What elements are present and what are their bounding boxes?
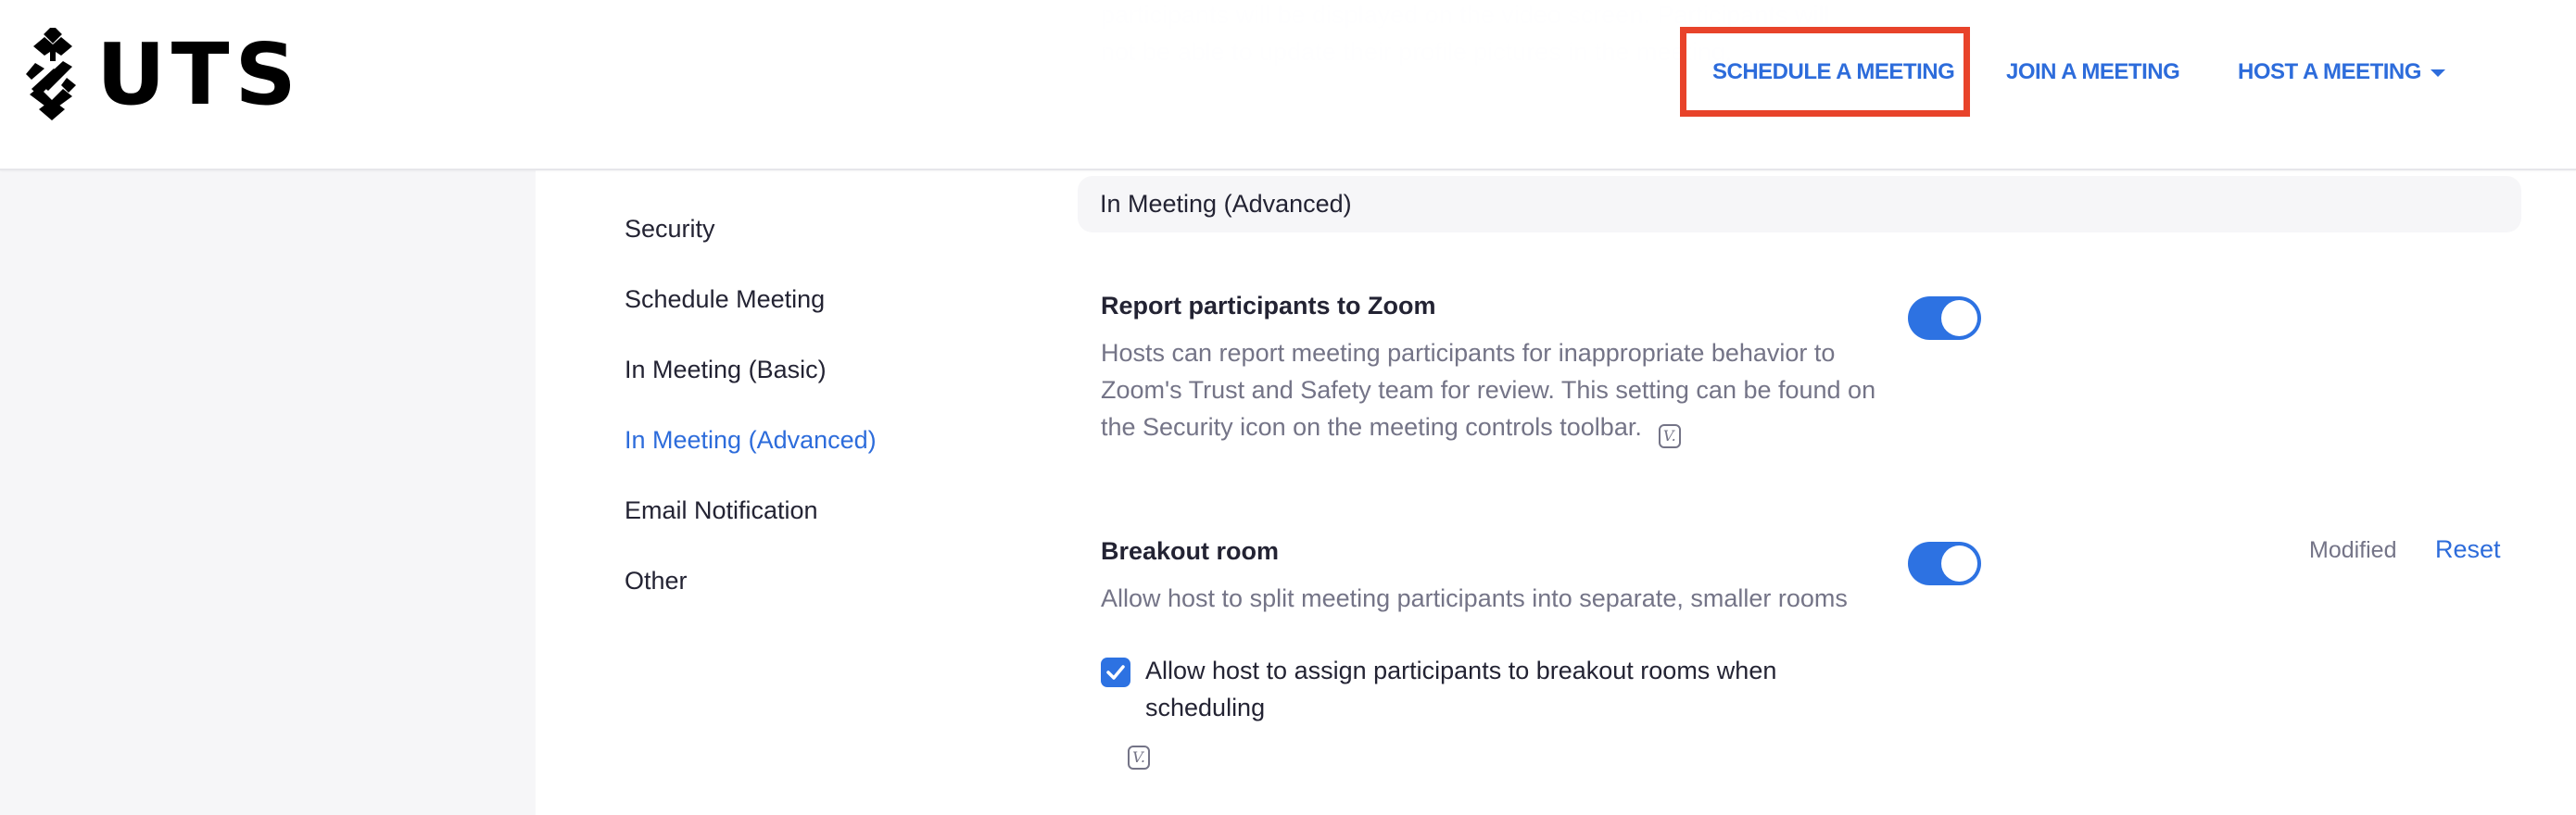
section-header: In Meeting (Advanced) xyxy=(1078,176,2521,232)
checkmark-icon xyxy=(1106,665,1125,680)
sidebar-item-other[interactable]: Other xyxy=(625,567,688,596)
report-participants-toggle[interactable] xyxy=(1908,296,1981,340)
reset-link[interactable]: Reset xyxy=(2435,535,2501,564)
sidebar-item-in-meeting-advanced[interactable]: In Meeting (Advanced) xyxy=(625,426,877,455)
setting-description-breakout-room: Allow host to split meeting participants… xyxy=(1101,584,1848,612)
breakout-room-toggle[interactable] xyxy=(1908,542,1981,585)
setting-title-breakout-room: Breakout room xyxy=(1101,537,1280,565)
sidebar-item-in-meeting-basic[interactable]: In Meeting (Basic) xyxy=(625,356,827,384)
nav-host-label: HOST A MEETING xyxy=(2238,59,2421,84)
version-icon[interactable]: V. xyxy=(1658,424,1681,448)
setting-description-text: Hosts can report meeting participants fo… xyxy=(1101,339,1876,441)
modified-status: Modified xyxy=(2309,537,2397,563)
sidebar-item-email-notification[interactable]: Email Notification xyxy=(625,496,818,525)
sidebar-item-schedule-meeting[interactable]: Schedule Meeting xyxy=(625,285,825,314)
highlight-annotation-box xyxy=(1680,27,1970,117)
assign-breakout-checkbox[interactable] xyxy=(1101,658,1130,687)
nav-join-meeting[interactable]: JOIN A MEETING xyxy=(2006,59,2180,85)
setting-description-report-participants: Hosts can report meeting participants fo… xyxy=(1101,334,1879,448)
setting-title-report-participants: Report participants to Zoom xyxy=(1101,292,1436,320)
logo-text: UTS xyxy=(96,25,302,124)
nav-host-meeting[interactable]: HOST A MEETING xyxy=(2238,59,2445,85)
toggle-knob xyxy=(1941,300,1977,336)
version-icon[interactable]: V. xyxy=(1128,746,1150,770)
assign-breakout-label[interactable]: Allow host to assign participants to bre… xyxy=(1145,652,1868,726)
toggle-knob xyxy=(1941,545,1977,582)
caret-down-icon xyxy=(2430,69,2445,77)
uts-logo-mark-icon xyxy=(26,28,76,120)
top-header: UTS SCHEDULE A MEETING JOIN A MEETING HO… xyxy=(0,0,2576,170)
section-title: In Meeting (Advanced) xyxy=(1100,190,1352,218)
sidebar-item-security[interactable]: Security xyxy=(625,215,715,244)
uts-logo[interactable]: UTS xyxy=(26,28,302,122)
